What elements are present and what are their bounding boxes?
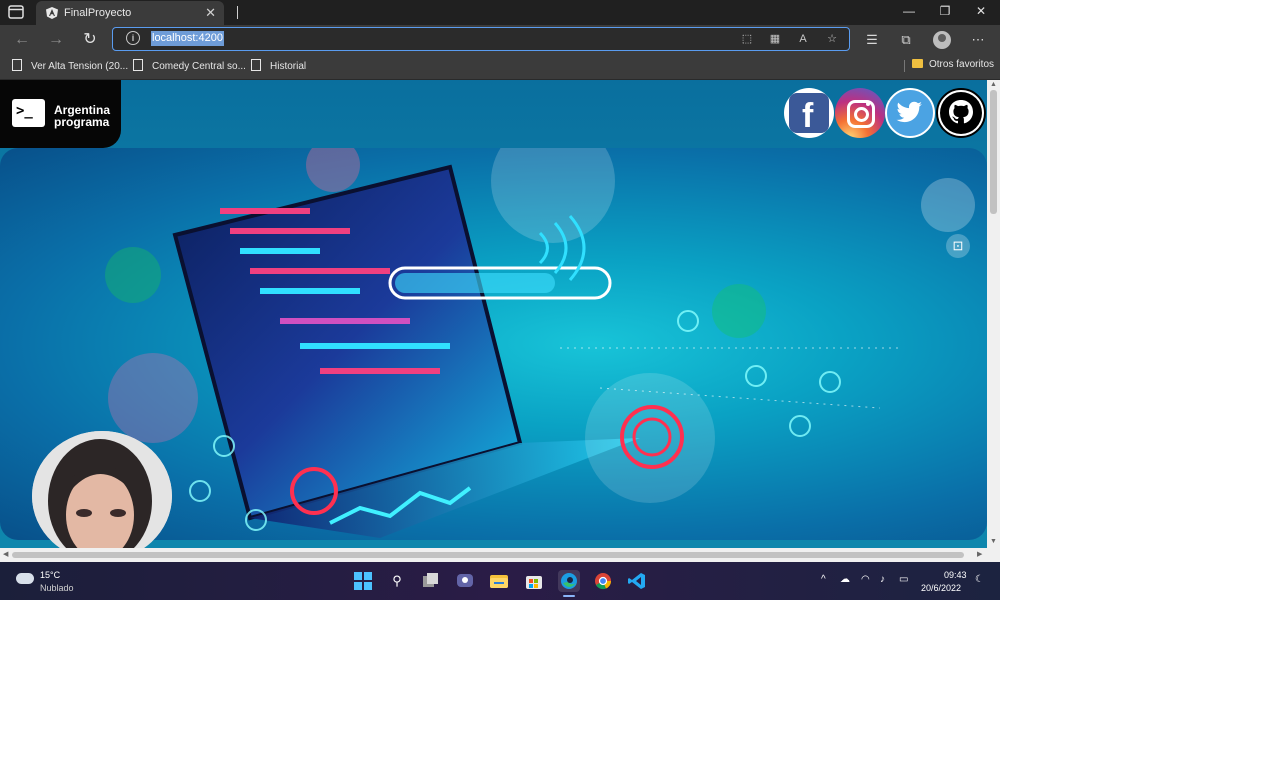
onedrive-icon[interactable]: ☁: [840, 574, 850, 585]
window-close-icon[interactable]: ✕: [971, 4, 991, 18]
qr-code-icon[interactable]: ▦: [768, 32, 782, 46]
browser-toolbar: ← → ↻ i localhost:4200 ⬚ ▦ A ☆ ☰ ⧉ ⋯: [0, 25, 1000, 54]
address-url[interactable]: localhost:4200: [151, 31, 224, 46]
other-favorites-label: Otros favoritos: [929, 59, 995, 70]
file-explorer-icon[interactable]: [488, 570, 510, 592]
site-info-icon[interactable]: i: [126, 31, 140, 45]
page-icon: [133, 59, 143, 71]
tab-close-icon[interactable]: ✕: [205, 5, 216, 21]
bookmark-separator: [904, 60, 905, 72]
visual-search-icon[interactable]: ⊡: [946, 234, 970, 258]
facebook-link[interactable]: f: [784, 88, 834, 138]
horizontal-scroll-thumb[interactable]: [12, 552, 964, 558]
scroll-down-icon[interactable]: ▼: [990, 538, 997, 545]
microsoft-store-icon[interactable]: [523, 570, 545, 592]
clock-time[interactable]: 09:43: [944, 570, 967, 580]
horizontal-scrollbar[interactable]: ◀ ▶: [0, 548, 1000, 562]
app-available-icon[interactable]: ⬚: [740, 32, 754, 46]
task-view-icon[interactable]: [420, 570, 442, 592]
battery-icon[interactable]: ▭: [899, 574, 908, 585]
volume-icon[interactable]: ♪: [880, 574, 885, 585]
vertical-scrollbar[interactable]: ▲ ▼: [987, 80, 1000, 548]
weather-temperature[interactable]: 15°C: [40, 570, 60, 580]
bookmark-item[interactable]: Ver Alta Tension (20...: [12, 59, 128, 72]
weather-description[interactable]: Nublado: [40, 583, 74, 593]
vertical-scroll-thumb[interactable]: [990, 90, 997, 214]
forward-icon[interactable]: →: [46, 30, 66, 50]
clock-date[interactable]: 20/6/2022: [921, 583, 961, 593]
profile-avatar-icon[interactable]: [933, 31, 951, 49]
logo-line-2: programa: [54, 115, 110, 129]
scroll-left-icon[interactable]: ◀: [3, 550, 8, 558]
refresh-icon[interactable]: ↻: [80, 30, 100, 50]
twitter-link[interactable]: [885, 88, 935, 138]
page-icon: [251, 59, 261, 71]
new-tab-icon[interactable]: [237, 6, 238, 19]
tab-title: FinalProyecto: [64, 7, 132, 19]
page-viewport: >_ Argentina programa f ⊡: [0, 80, 987, 548]
angular-favicon-icon: [46, 7, 58, 19]
favorites-icon[interactable]: ☰: [863, 31, 881, 49]
folder-icon: [912, 59, 923, 68]
vscode-icon[interactable]: [626, 570, 648, 592]
read-aloud-icon[interactable]: A: [796, 32, 810, 46]
terminal-icon: >_: [12, 99, 45, 127]
restore-icon[interactable]: ❐: [935, 4, 955, 18]
tray-overflow-icon[interactable]: ^: [821, 574, 826, 585]
notifications-icon[interactable]: ☾: [975, 574, 984, 585]
more-menu-icon[interactable]: ⋯: [969, 31, 987, 49]
search-icon[interactable]: ⚲: [386, 570, 408, 592]
address-bar[interactable]: i localhost:4200 ⬚ ▦ A ☆: [112, 27, 850, 51]
tab-actions-icon[interactable]: [8, 5, 24, 19]
windows-taskbar: 15°C Nublado ⚲ ^ ☁ ◠ ♪ ▭ 09:43 20/6/2022…: [0, 562, 1000, 600]
active-app-indicator: [563, 595, 575, 597]
add-favorite-icon[interactable]: ☆: [825, 32, 839, 46]
teams-chat-icon[interactable]: [454, 570, 476, 592]
desktop-screen: FinalProyecto ✕ — ❐ ✕ ← → ↻ i localhost:…: [0, 0, 1000, 600]
bookmark-label: Comedy Central so...: [152, 61, 246, 72]
minimize-icon[interactable]: —: [899, 4, 919, 18]
collections-icon[interactable]: ⧉: [897, 31, 915, 49]
wifi-icon[interactable]: ◠: [861, 574, 870, 585]
github-icon: [940, 92, 982, 134]
twitter-icon: [896, 101, 922, 123]
tab-strip: FinalProyecto ✕ — ❐ ✕: [0, 0, 1000, 25]
page-icon: [12, 59, 22, 71]
bookmark-label: Ver Alta Tension (20...: [31, 61, 129, 72]
github-link[interactable]: [936, 88, 986, 138]
bookmarks-bar: Ver Alta Tension (20... Comedy Central s…: [0, 54, 1000, 80]
cloud-icon[interactable]: [16, 573, 34, 584]
bookmark-label: Historial: [270, 61, 307, 72]
instagram-link[interactable]: [835, 88, 885, 138]
tab-finalproyecto[interactable]: FinalProyecto ✕: [36, 1, 224, 25]
edge-browser-icon[interactable]: [558, 570, 580, 592]
other-favorites-folder[interactable]: Otros favoritos: [912, 59, 994, 70]
chrome-icon[interactable]: [592, 570, 614, 592]
start-icon[interactable]: [352, 570, 374, 592]
bookmark-item[interactable]: Comedy Central so...: [133, 59, 246, 72]
argentina-programa-logo[interactable]: >_ Argentina programa: [0, 80, 121, 148]
back-icon[interactable]: ←: [12, 30, 32, 50]
scroll-up-icon[interactable]: ▲: [990, 81, 997, 88]
scroll-right-icon[interactable]: ▶: [977, 550, 982, 558]
bookmark-item[interactable]: Historial: [251, 59, 306, 72]
